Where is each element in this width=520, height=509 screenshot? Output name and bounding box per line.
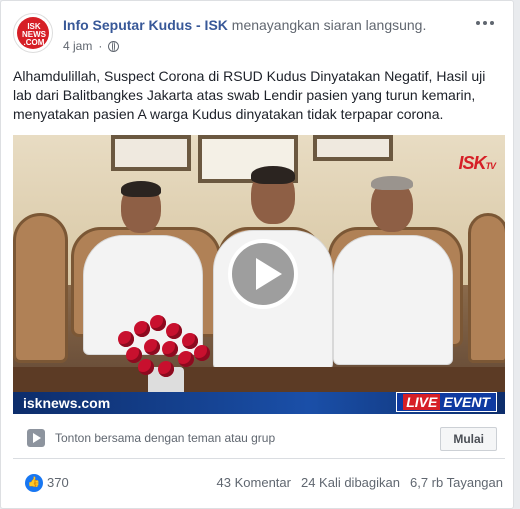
avatar-text-line-3: .COM [23, 38, 45, 47]
post-text: Alhamdulillah, Suspect Corona di RSUD Ku… [13, 68, 486, 122]
sofa-left [13, 213, 68, 363]
live-label: LIVE [403, 394, 441, 410]
post-timestamp[interactable]: 4 jam [63, 39, 92, 53]
post-action-text: menayangkan siaran langsung. [231, 17, 427, 33]
isk-tv-watermark: ISKTV [458, 153, 495, 173]
live-event-badge: LIVE EVENT [396, 392, 497, 412]
wall-certificate-2 [313, 135, 393, 161]
start-watch-button[interactable]: Mulai [440, 427, 497, 451]
share-count[interactable]: 24 Kali dibagikan [301, 475, 400, 490]
video-player[interactable]: ISKTV isknews.com LIVE EVENT [13, 135, 505, 414]
view-count[interactable]: 6,7 rb Tayangan [410, 475, 503, 490]
wall-certificate [111, 135, 191, 171]
flower-bouquet [108, 311, 218, 381]
separator-dot: · [98, 39, 103, 53]
stats-right: 43 Komentar 24 Kali dibagikan 6,7 rb Tay… [217, 475, 503, 490]
like-count[interactable]: 370 [47, 475, 69, 490]
play-icon[interactable] [228, 239, 298, 309]
like-reaction-icon[interactable]: 👍 [25, 474, 43, 492]
page-name-link[interactable]: Info Seputar Kudus - ISK [63, 17, 228, 33]
sofa-right [468, 213, 505, 363]
more-options-icon[interactable] [475, 15, 495, 31]
watch-party-icon [27, 429, 45, 447]
comment-count[interactable]: 43 Komentar [217, 475, 291, 490]
post-card: ISK NEWS .COM Info Seputar Kudus - ISK m… [0, 0, 514, 509]
site-watermark: isknews.com [23, 395, 111, 411]
event-label: EVENT [443, 394, 490, 410]
watch-together-row: Tonton bersama dengan teman atau grup Mu… [13, 419, 505, 459]
post-header: ISK NEWS .COM Info Seputar Kudus - ISK m… [13, 13, 501, 57]
globe-icon[interactable] [108, 40, 120, 52]
engagement-stats: 👍 370 43 Komentar 24 Kali dibagikan 6,7 … [13, 471, 503, 495]
post-title-line: Info Seputar Kudus - ISK menayangkan sia… [63, 17, 426, 33]
page-avatar[interactable]: ISK NEWS .COM [13, 13, 53, 53]
post-meta: 4 jam · [63, 39, 120, 53]
watch-together-text: Tonton bersama dengan teman atau grup [55, 431, 276, 445]
